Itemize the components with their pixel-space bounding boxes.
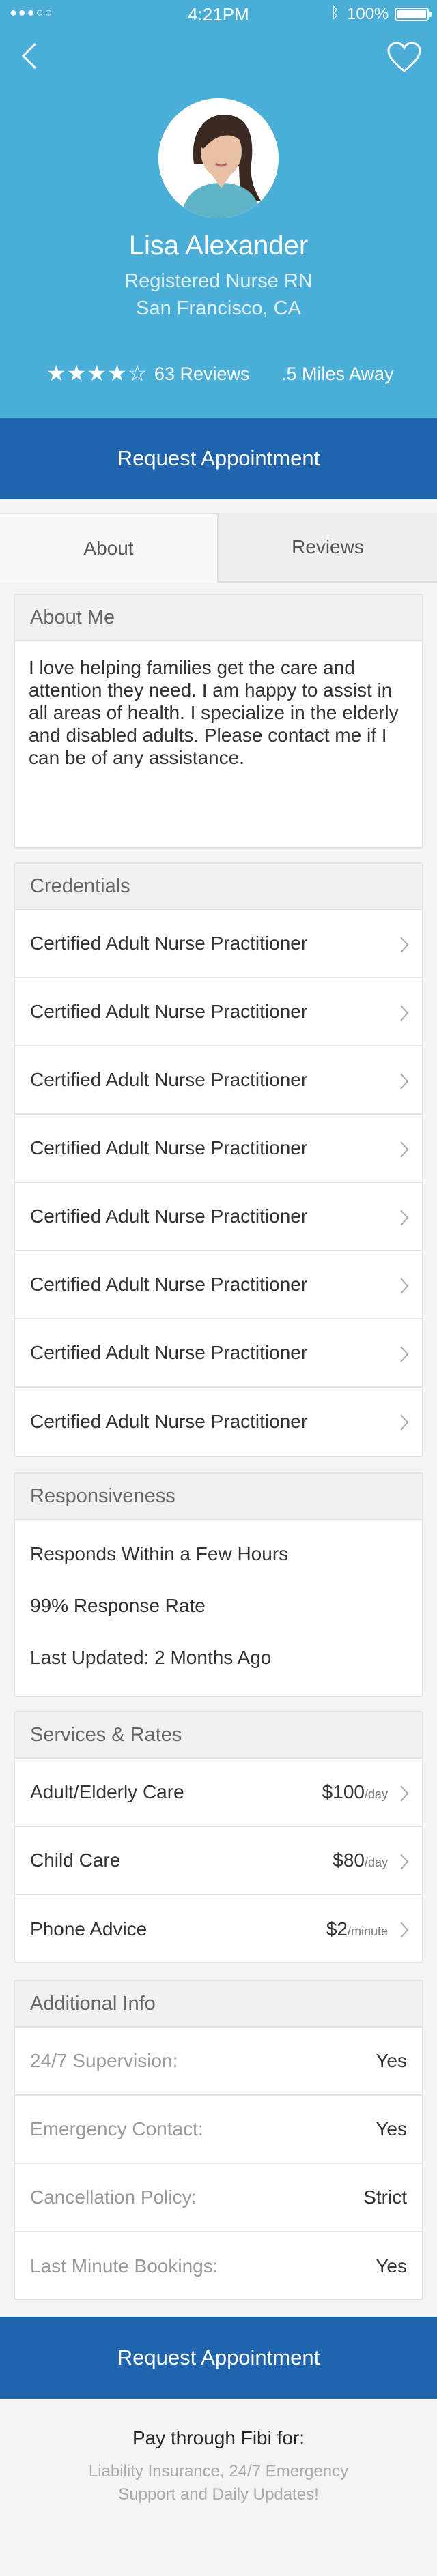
request-appointment-button[interactable]: Request Appointment xyxy=(0,418,437,499)
credential-row[interactable]: Certified Adult Nurse Practitioner xyxy=(15,1046,422,1115)
credential-label: Certified Adult Nurse Practitioner xyxy=(30,1001,308,1022)
battery-icon xyxy=(395,8,429,21)
response-rate: 99% Response Rate xyxy=(30,1595,206,1616)
service-name: Child Care xyxy=(30,1849,121,1871)
avatar xyxy=(158,98,279,218)
service-price: $80/day xyxy=(333,1849,388,1871)
info-label: Last Minute Bookings: xyxy=(30,2255,218,2277)
credential-row[interactable]: Certified Adult Nurse Practitioner xyxy=(15,1388,422,1456)
back-button[interactable] xyxy=(18,40,42,72)
tab-bar: About Reviews xyxy=(0,513,437,583)
credentials-header: Credentials xyxy=(15,864,422,910)
reviews-count: 63 Reviews xyxy=(154,364,250,384)
chevron-right-icon xyxy=(400,937,409,953)
service-price: $2/minute xyxy=(326,1918,388,1940)
status-bar: ●●●○○ 4:21PM ᛒ 100% xyxy=(0,0,437,27)
chevron-right-icon xyxy=(400,1346,409,1362)
additional-info-header: Additional Info xyxy=(15,1981,422,2028)
response-time: Responds Within a Few Hours xyxy=(30,1543,289,1564)
distance-label: .5 Miles Away xyxy=(281,364,394,384)
info-row: Last Minute Bookings: Yes xyxy=(15,2232,422,2299)
heart-icon xyxy=(387,42,421,72)
credential-row[interactable]: Certified Adult Nurse Practitioner xyxy=(15,1319,422,1388)
service-name: Adult/Elderly Care xyxy=(30,1781,184,1802)
chevron-right-icon xyxy=(400,1278,409,1294)
info-label: Emergency Contact: xyxy=(30,2118,203,2139)
info-value: Strict xyxy=(363,2186,407,2208)
service-row[interactable]: Adult/Elderly Care $100/day xyxy=(15,1759,422,1827)
credential-row[interactable]: Certified Adult Nurse Practitioner xyxy=(15,1251,422,1319)
service-row[interactable]: Phone Advice $2/minute xyxy=(15,1895,422,1962)
info-row: Cancellation Policy: Strict xyxy=(15,2164,422,2232)
info-label: Cancellation Policy: xyxy=(30,2186,197,2208)
info-value: Yes xyxy=(376,2255,407,2277)
credential-label: Certified Adult Nurse Practitioner xyxy=(30,933,308,954)
chevron-right-icon xyxy=(400,1005,409,1021)
tab-about[interactable]: About xyxy=(0,513,218,583)
responsiveness-header: Responsiveness xyxy=(15,1474,422,1520)
nurse-portrait xyxy=(158,98,279,218)
request-appointment-button-bottom[interactable]: Request Appointment xyxy=(0,2317,437,2399)
chevron-left-icon xyxy=(21,42,37,70)
info-row: 24/7 Supervision: Yes xyxy=(15,2028,422,2096)
last-updated: Last Updated: 2 Months Ago xyxy=(30,1647,272,1668)
credential-row[interactable]: Certified Adult Nurse Practitioner xyxy=(15,1183,422,1251)
chevron-right-icon xyxy=(400,1414,409,1431)
footer-title: Pay through Fibi for: xyxy=(132,2427,305,2448)
battery-percentage: 100% xyxy=(347,5,389,23)
service-row[interactable]: Child Care $80/day xyxy=(15,1827,422,1895)
star-rating: ★★★★☆ xyxy=(46,361,148,385)
favorite-button[interactable] xyxy=(386,41,422,74)
info-row: Emergency Contact: Yes xyxy=(15,2096,422,2164)
chevron-right-icon xyxy=(400,1854,409,1870)
about-card: About Me I love helping families get the… xyxy=(14,594,423,849)
additional-info-card: Additional Info 24/7 Supervision: Yes Em… xyxy=(14,1980,423,2300)
profile-header: ●●●○○ 4:21PM ᛒ 100% Lisa Alexander Regis… xyxy=(0,0,437,418)
about-header: About Me xyxy=(15,595,422,641)
credential-row[interactable]: Certified Adult Nurse Practitioner xyxy=(15,910,422,978)
services-card: Services & Rates Adult/Elderly Care $100… xyxy=(14,1711,423,1963)
credential-label: Certified Adult Nurse Practitioner xyxy=(30,1411,308,1432)
credential-label: Certified Adult Nurse Practitioner xyxy=(30,1274,308,1295)
credentials-card: Credentials Certified Adult Nurse Practi… xyxy=(14,862,423,1457)
responsiveness-card: Responsiveness Responds Within a Few Hou… xyxy=(14,1472,423,1697)
credential-label: Certified Adult Nurse Practitioner xyxy=(30,1137,308,1158)
chevron-right-icon xyxy=(400,1785,409,1802)
chevron-right-icon xyxy=(400,1922,409,1938)
service-name: Phone Advice xyxy=(30,1918,147,1940)
chevron-right-icon xyxy=(400,1141,409,1158)
provider-title: Registered Nurse RN xyxy=(124,270,313,292)
credential-label: Certified Adult Nurse Practitioner xyxy=(30,1205,308,1227)
credential-row[interactable]: Certified Adult Nurse Practitioner xyxy=(15,978,422,1046)
provider-name: Lisa Alexander xyxy=(128,231,309,261)
info-value: Yes xyxy=(376,2050,407,2071)
footer-text: Liability Insurance, 24/7 Emergency Supp… xyxy=(88,2462,349,2504)
credential-label: Certified Adult Nurse Practitioner xyxy=(30,1069,308,1090)
about-text: I love helping families get the care and… xyxy=(29,657,399,768)
chevron-right-icon xyxy=(400,1073,409,1089)
bluetooth-icon: ᛒ xyxy=(330,4,340,21)
credential-label: Certified Adult Nurse Practitioner xyxy=(30,1342,308,1363)
battery-tip xyxy=(429,12,432,17)
services-header: Services & Rates xyxy=(15,1712,422,1759)
provider-location: San Francisco, CA xyxy=(136,297,301,319)
credential-row[interactable]: Certified Adult Nurse Practitioner xyxy=(15,1115,422,1183)
tab-reviews[interactable]: Reviews xyxy=(218,513,437,583)
chevron-right-icon xyxy=(400,1210,409,1226)
info-label: 24/7 Supervision: xyxy=(30,2050,178,2071)
info-value: Yes xyxy=(376,2118,407,2139)
service-price: $100/day xyxy=(322,1781,388,1802)
